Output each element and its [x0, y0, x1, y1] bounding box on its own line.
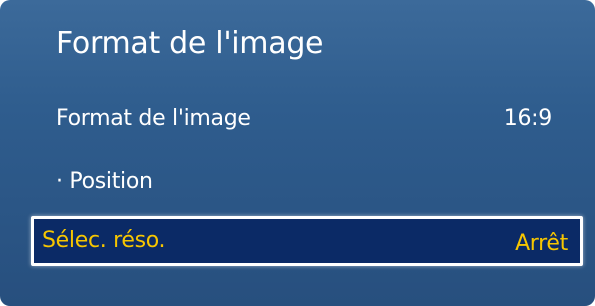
- menu-item-label: · Position: [56, 169, 153, 194]
- menu-item-value: 16:9: [503, 106, 553, 131]
- menu-item-value: Arrêt: [515, 231, 568, 256]
- menu-item-label: Format de l'image: [56, 106, 251, 131]
- menu-item-label: Sélec. réso.: [42, 228, 166, 253]
- menu-title: Format de l'image: [56, 26, 324, 61]
- menu-item-picture-size[interactable]: Format de l'image 16:9: [0, 96, 595, 142]
- menu-item-resolution-select[interactable]: Sélec. réso. Arrêt: [31, 216, 583, 266]
- picture-size-menu-panel: Format de l'image Format de l'image 16:9…: [0, 0, 595, 306]
- menu-item-position[interactable]: · Position: [0, 159, 595, 205]
